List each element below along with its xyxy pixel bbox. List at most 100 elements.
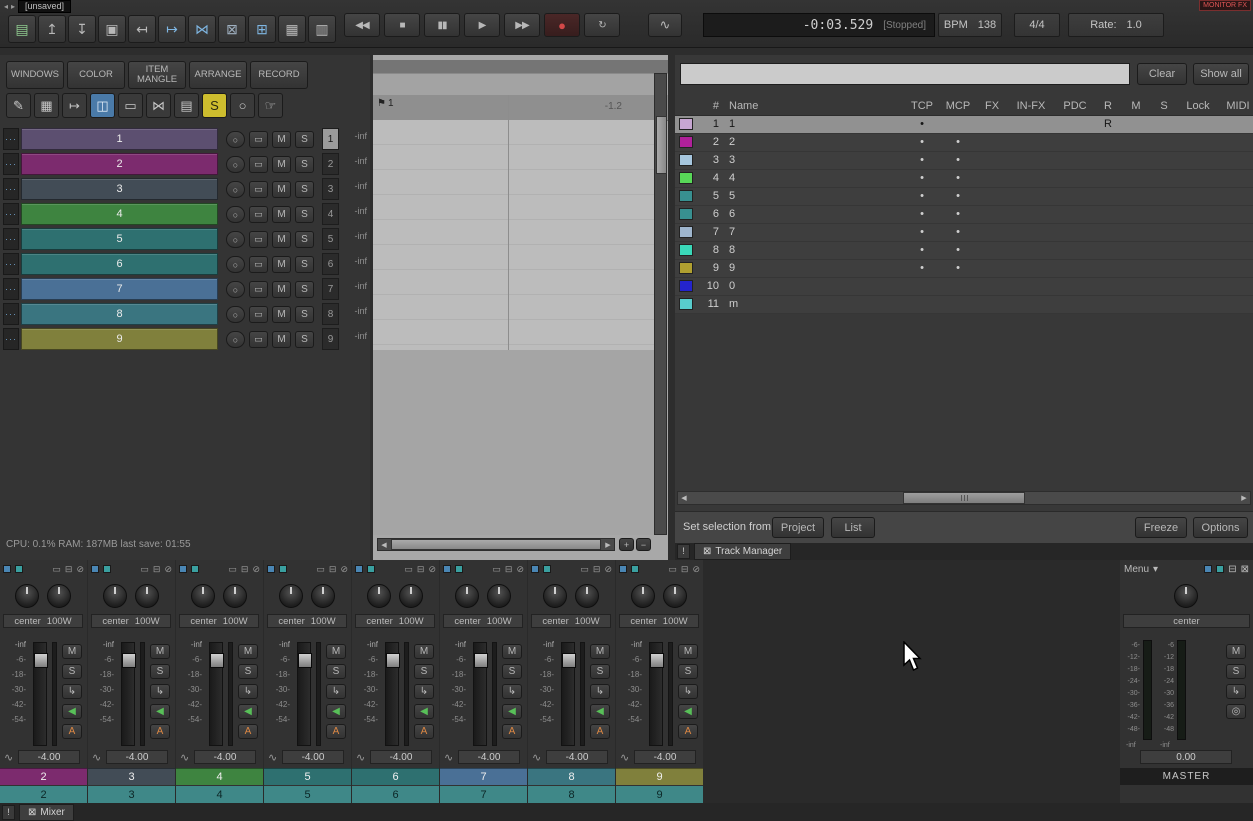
monitor-indicator[interactable] bbox=[191, 565, 199, 573]
monitor-indicator[interactable] bbox=[103, 565, 111, 573]
track-grip[interactable]: ··· bbox=[3, 203, 19, 225]
infx-cell[interactable] bbox=[1013, 278, 1049, 295]
track-tab-bar[interactable]: 7 bbox=[440, 786, 527, 803]
track-tab-bar[interactable]: 5 bbox=[264, 786, 351, 803]
column-header-m[interactable]: M bbox=[1125, 97, 1147, 115]
column-header-s[interactable]: S bbox=[1153, 97, 1175, 115]
automation-button[interactable]: A bbox=[326, 724, 346, 739]
list-button[interactable]: List bbox=[831, 517, 875, 538]
monitor-fx-badge[interactable]: MONITOR FX bbox=[1199, 0, 1251, 11]
track-grip[interactable]: ··· bbox=[3, 253, 19, 275]
receive-button[interactable]: ◀ bbox=[326, 704, 346, 719]
pan-width-readout[interactable]: center 100W bbox=[179, 614, 259, 628]
prev-icon[interactable]: ◂ bbox=[4, 2, 8, 11]
volume-readout[interactable]: -4.00 bbox=[546, 750, 608, 764]
toolbar-button[interactable]: ⊠ bbox=[218, 15, 246, 43]
track-manager-row[interactable]: 11 m bbox=[675, 296, 1253, 314]
io-icon[interactable]: ▭ bbox=[316, 564, 325, 575]
toolbar-button[interactable]: ↦ bbox=[158, 15, 186, 43]
fader-thumb[interactable] bbox=[34, 653, 48, 668]
monitor-indicator[interactable] bbox=[631, 565, 639, 573]
tcp-visible-cell[interactable]: • bbox=[907, 260, 937, 277]
record-arm-button[interactable]: ○ bbox=[226, 206, 245, 223]
repeat-button[interactable]: ↻ bbox=[584, 13, 620, 37]
track-panel[interactable]: ··· 7 ○ ▭ M S 7 -inf bbox=[0, 277, 370, 302]
io-button[interactable]: ▭ bbox=[249, 156, 268, 173]
volume-readout[interactable]: -4.00 bbox=[634, 750, 696, 764]
column-header-infx[interactable]: IN-FX bbox=[1013, 97, 1049, 115]
track-panel[interactable]: ··· 6 ○ ▭ M S 6 -inf bbox=[0, 252, 370, 277]
track-manager-row[interactable]: 7 7 • • bbox=[675, 224, 1253, 242]
mute-cell[interactable] bbox=[1125, 224, 1147, 241]
solo-cell[interactable] bbox=[1153, 170, 1175, 187]
track-panel[interactable]: ··· 3 ○ ▭ M S 3 -inf bbox=[0, 177, 370, 202]
io-button[interactable]: ▭ bbox=[249, 181, 268, 198]
route-button[interactable]: ↳ bbox=[590, 684, 610, 699]
solo-cell[interactable] bbox=[1153, 242, 1175, 259]
column-header-lock[interactable]: Lock bbox=[1181, 97, 1215, 115]
mute-cell[interactable] bbox=[1125, 206, 1147, 223]
track-index-box[interactable]: 4 bbox=[322, 203, 339, 225]
monitor-indicator[interactable] bbox=[15, 565, 23, 573]
monitor-indicator[interactable] bbox=[1216, 565, 1224, 573]
volume-fader[interactable] bbox=[121, 642, 135, 746]
column-header-midi[interactable]: MIDI bbox=[1221, 97, 1253, 115]
fx-cell[interactable] bbox=[977, 242, 1007, 259]
fx-cell[interactable] bbox=[977, 206, 1007, 223]
solo-cell[interactable] bbox=[1153, 206, 1175, 223]
fader-thumb[interactable] bbox=[122, 653, 136, 668]
phase-icon[interactable]: ⊘ bbox=[604, 564, 612, 575]
receive-button[interactable]: ◀ bbox=[590, 704, 610, 719]
record-arm-indicator[interactable] bbox=[267, 565, 275, 573]
mute-button[interactable]: M bbox=[414, 644, 434, 659]
volume-readout[interactable]: -4.00 bbox=[282, 750, 344, 764]
record-arm-indicator[interactable] bbox=[355, 565, 363, 573]
scroll-left-icon[interactable]: ◀ bbox=[678, 494, 690, 502]
scroll-right-icon[interactable]: ▶ bbox=[602, 541, 614, 549]
phase-icon[interactable]: ⊘ bbox=[76, 564, 84, 575]
lock-cell[interactable] bbox=[1181, 152, 1215, 169]
mixer-tab[interactable]: ⊠ Mixer bbox=[19, 804, 74, 821]
play-button[interactable]: ▶ bbox=[464, 13, 500, 37]
mixer-strip[interactable]: ▭ ⊟ ⊘ center 100W -inf -6- -18- -30- -42… bbox=[0, 560, 87, 803]
project-button[interactable]: Project bbox=[772, 517, 824, 538]
lock-cell[interactable] bbox=[1181, 224, 1215, 241]
lock-cell[interactable] bbox=[1181, 206, 1215, 223]
tcp-visible-cell[interactable]: • bbox=[907, 242, 937, 259]
automation-button[interactable]: A bbox=[150, 724, 170, 739]
pdc-cell[interactable] bbox=[1057, 206, 1093, 223]
mute-cell[interactable] bbox=[1125, 296, 1147, 313]
solo-button[interactable]: S bbox=[295, 331, 314, 348]
panel-tab[interactable]: COLOR bbox=[67, 61, 125, 89]
track-grip[interactable]: ··· bbox=[3, 328, 19, 350]
mcp-visible-cell[interactable]: • bbox=[943, 260, 973, 277]
fader-thumb[interactable] bbox=[474, 653, 488, 668]
manager-horizontal-scrollbar[interactable]: ◀ ▶ bbox=[677, 491, 1251, 505]
scroll-right-icon[interactable]: ▶ bbox=[1238, 494, 1250, 502]
phase-icon[interactable]: ⊘ bbox=[692, 564, 700, 575]
mute-button[interactable]: M bbox=[272, 331, 291, 348]
column-header-r[interactable]: R bbox=[1097, 97, 1119, 115]
mcp-visible-cell[interactable]: • bbox=[943, 152, 973, 169]
fx-cell[interactable] bbox=[977, 134, 1007, 151]
solo-cell[interactable] bbox=[1153, 224, 1175, 241]
fx-cell[interactable] bbox=[977, 116, 1007, 133]
receive-button[interactable]: ◀ bbox=[62, 704, 82, 719]
track-color-swatch[interactable] bbox=[679, 244, 693, 256]
track-manager-row[interactable]: 8 8 • • bbox=[675, 242, 1253, 260]
bpm-display[interactable]: BPM 138 bbox=[938, 13, 1002, 37]
track-manager-row[interactable]: 6 6 • • bbox=[675, 206, 1253, 224]
solo-button[interactable]: S bbox=[326, 664, 346, 679]
track-tab-bar[interactable]: 2 bbox=[0, 786, 87, 803]
lock-cell[interactable] bbox=[1181, 134, 1215, 151]
mixer-strip[interactable]: ▭ ⊟ ⊘ center 100W -inf -6- -18- -30- -42… bbox=[88, 560, 175, 803]
lock-cell[interactable] bbox=[1181, 170, 1215, 187]
docker-alert-icon[interactable]: ! bbox=[677, 544, 690, 559]
width-knob[interactable] bbox=[663, 584, 687, 608]
mcp-visible-cell[interactable]: • bbox=[943, 242, 973, 259]
lock-cell[interactable] bbox=[1181, 296, 1215, 313]
solo-button[interactable]: S bbox=[295, 131, 314, 148]
track-color-swatch[interactable] bbox=[679, 208, 693, 220]
column-header-mcp[interactable]: MCP bbox=[943, 97, 973, 115]
record-arm-button[interactable]: ○ bbox=[226, 181, 245, 198]
